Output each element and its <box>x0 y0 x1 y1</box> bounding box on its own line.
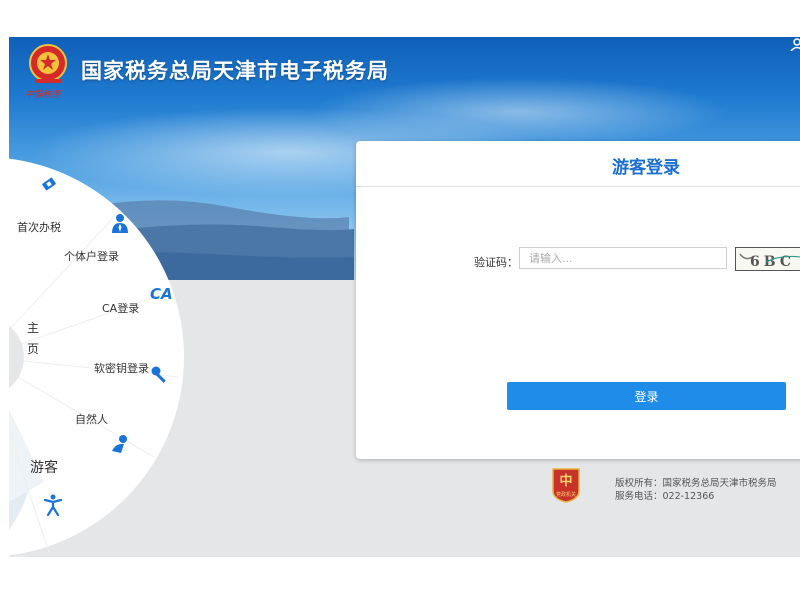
sidebar-item-soft-key[interactable]: 软密钥登录 <box>94 360 149 376</box>
login-button[interactable]: 登录 <box>507 382 786 410</box>
login-card: 游客登录 验证码： 6BC 登录 <box>356 141 800 459</box>
app-window: 中国税务 国家税务总局天津市电子税务局 主 页 首次办税 个体户登录 CA CA… <box>9 37 800 557</box>
person-tie-icon[interactable] <box>111 213 129 237</box>
sidebar-item-visitor[interactable]: 游客 <box>30 457 58 477</box>
sidebar-item-first-time[interactable]: 首次办税 <box>17 219 61 235</box>
wheel-segments <box>9 216 180 553</box>
phone-text: 服务电话：022-12366 <box>615 491 715 502</box>
emblem-caption: 中国税务 <box>25 89 62 99</box>
captcha-label: 验证码： <box>474 256 518 269</box>
user-icon[interactable] <box>790 37 800 55</box>
sidebar-item-individual[interactable]: 个体户登录 <box>64 248 119 264</box>
visitor-icon[interactable] <box>43 494 63 520</box>
captcha-input[interactable] <box>519 247 727 269</box>
login-title: 游客登录 <box>612 158 680 178</box>
svg-text:中: 中 <box>559 473 572 489</box>
divider <box>356 186 800 187</box>
gov-badge-icon[interactable]: 中 党政机关 <box>551 467 581 507</box>
home-hub-char-2: 页 <box>27 342 40 356</box>
copyright-text: 版权所有：国家税务总局天津市税务局 <box>615 478 777 489</box>
page-title: 国家税务总局天津市电子税务局 <box>81 59 389 83</box>
person-wave-icon[interactable] <box>110 434 130 458</box>
key-icon[interactable] <box>150 365 170 389</box>
sidebar-item-natural-person[interactable]: 自然人 <box>75 411 108 427</box>
sidebar-item-ca[interactable]: CA登录 <box>102 300 139 316</box>
home-hub-char-1: 主 <box>27 321 40 335</box>
tax-emblem-logo: 中国税务 <box>21 43 75 103</box>
footer: 中 党政机关 版权所有：国家税务总局天津市税务局 服务电话：022-12366 <box>551 467 800 507</box>
cloud-decoration <box>309 77 729 147</box>
ticket-icon[interactable] <box>39 174 59 198</box>
ca-icon[interactable]: CA <box>150 285 173 303</box>
captcha-image[interactable]: 6BC <box>735 247 800 271</box>
login-type-wheel <box>9 157 184 557</box>
badge-caption: 党政机关 <box>556 491 576 498</box>
